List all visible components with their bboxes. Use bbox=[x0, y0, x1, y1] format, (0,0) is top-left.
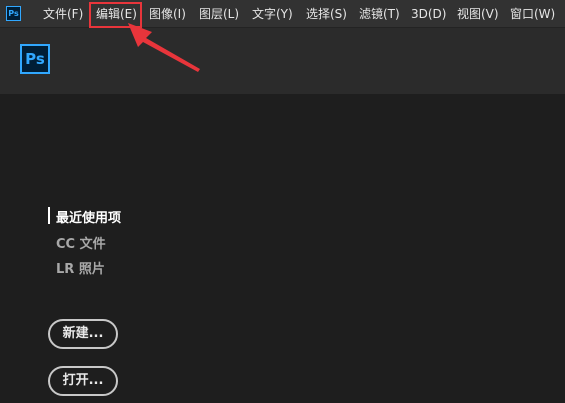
menu-bar: Ps 文件(F) 编辑(E) 图像(I) 图层(L) 文字(Y) 选择(S) 滤… bbox=[0, 0, 565, 28]
new-button[interactable]: 新建... bbox=[48, 319, 118, 349]
menu-filter[interactable]: 滤镜(T) bbox=[359, 0, 400, 28]
menu-3d[interactable]: 3D(D) bbox=[411, 0, 446, 28]
menu-type[interactable]: 文字(Y) bbox=[252, 0, 293, 28]
photoshop-app-icon[interactable]: Ps bbox=[6, 6, 21, 21]
open-button[interactable]: 打开... bbox=[48, 366, 118, 396]
menu-file[interactable]: 文件(F) bbox=[43, 0, 83, 28]
photoshop-logo: Ps bbox=[20, 44, 50, 74]
menu-select[interactable]: 选择(S) bbox=[306, 0, 347, 28]
header-band bbox=[0, 28, 565, 94]
menu-edit[interactable]: 编辑(E) bbox=[96, 0, 137, 28]
menu-window[interactable]: 窗口(W) bbox=[510, 0, 555, 28]
menu-layer[interactable]: 图层(L) bbox=[199, 0, 239, 28]
nav-cc-files[interactable]: CC 文件 bbox=[56, 233, 106, 252]
nav-active-indicator bbox=[48, 207, 50, 224]
menu-view[interactable]: 视图(V) bbox=[457, 0, 499, 28]
menu-image[interactable]: 图像(I) bbox=[149, 0, 186, 28]
nav-recent[interactable]: 最近使用项 bbox=[56, 207, 121, 226]
nav-lr-photos[interactable]: LR 照片 bbox=[56, 258, 105, 277]
